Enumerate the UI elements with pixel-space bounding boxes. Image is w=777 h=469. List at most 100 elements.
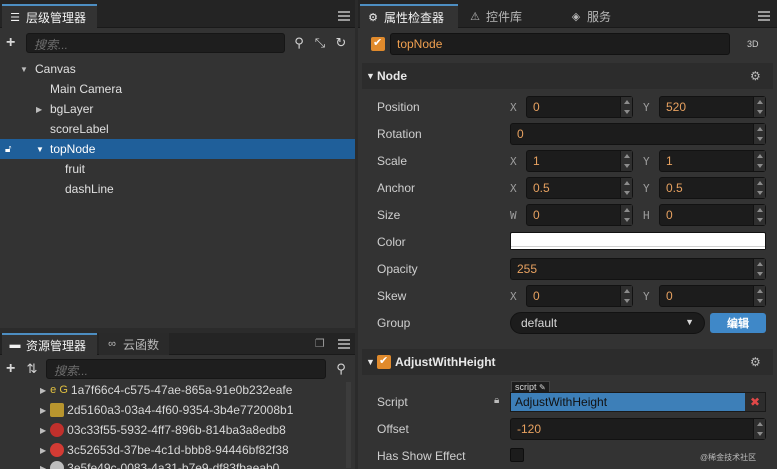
group-select[interactable]: default ▼	[510, 312, 705, 334]
assets-scrollbar[interactable]	[346, 382, 351, 468]
clear-script-icon[interactable]: ✖	[745, 393, 765, 411]
lock-icon: 🔒︎	[494, 395, 500, 406]
skew-y-axis: Y	[643, 290, 650, 303]
collapse-arrow-icon[interactable]: ▼	[366, 71, 375, 81]
node-active-checkbox[interactable]	[371, 36, 385, 51]
anchor-x-stepper[interactable]	[620, 178, 632, 198]
assets-menu-icon[interactable]	[338, 339, 350, 349]
anchor-label: Anchor	[377, 181, 416, 195]
size-w-input[interactable]: 0	[526, 204, 633, 226]
collapsed-arrow-icon[interactable]: ▶	[40, 446, 46, 455]
asset-item[interactable]: ▶ 3e5fe49c-0083-4a31-b7e9-df83fbaeab0	[40, 458, 279, 469]
popout-icon[interactable]: ❐	[315, 337, 325, 350]
assets-search-input[interactable]: 搜索...	[46, 359, 326, 379]
asset-item[interactable]: ▶ 03c33f55-5932-4ff7-896b-814ba3a8edb8	[40, 420, 286, 440]
tree-node-label: scoreLabel	[50, 122, 109, 136]
tree-node-bglayer[interactable]: ▶ bgLayer	[0, 99, 355, 119]
group-edit-button[interactable]: 编辑	[710, 313, 766, 333]
show-effect-checkbox[interactable]	[510, 448, 524, 462]
component-enabled-checkbox[interactable]	[377, 354, 391, 369]
scale-y-input[interactable]: 1	[659, 150, 766, 172]
watermark: @稀金技术社区	[700, 453, 757, 462]
tree-node-canvas[interactable]: ▼ Canvas	[0, 59, 355, 79]
tab-hierarchy[interactable]: ☰ 层级管理器	[2, 4, 97, 28]
skew-x-input[interactable]: 0	[526, 285, 633, 307]
tab-services[interactable]: ◈ 服务	[563, 4, 633, 28]
tree-node-scorelabel[interactable]: scoreLabel	[0, 119, 355, 139]
opacity-value: 255	[517, 262, 538, 276]
skew-label: Skew	[377, 289, 407, 303]
hierarchy-menu-icon[interactable]	[338, 11, 350, 21]
add-asset-icon[interactable]: +	[6, 360, 15, 378]
scale-x-input[interactable]: 1	[526, 150, 633, 172]
expand-arrow-icon[interactable]: ▼	[36, 145, 44, 154]
size-h-stepper[interactable]	[753, 205, 765, 225]
asset-type-label: e G	[50, 384, 68, 396]
scale-y-stepper[interactable]	[753, 151, 765, 171]
refresh-icon[interactable]: ↻	[334, 35, 348, 50]
component-title: AdjustWithHeight	[395, 355, 496, 369]
collapsed-arrow-icon[interactable]: ▶	[40, 406, 46, 415]
node-section-header[interactable]: ▼ Node ⚙	[362, 63, 773, 89]
search-icon[interactable]: ⚲	[292, 35, 306, 50]
size-w-stepper[interactable]	[620, 205, 632, 225]
asset-item[interactable]: ▶ e G 1a7f66c4-c575-47ae-865a-91e0b232ea…	[40, 380, 292, 400]
skew-x-stepper[interactable]	[620, 286, 632, 306]
hierarchy-search-input[interactable]: 搜索...	[26, 33, 285, 53]
tree-node-main-camera[interactable]: Main Camera	[0, 79, 355, 99]
skew-x-axis: X	[510, 290, 517, 303]
script-field[interactable]: AdjustWithHeight ✖	[510, 392, 766, 412]
node-name-input[interactable]: topNode	[390, 33, 730, 55]
component-section-header[interactable]: ▼ AdjustWithHeight ⚙	[362, 349, 773, 375]
unlock-icon[interactable]: 🔓︎	[5, 144, 11, 155]
tab-inspector[interactable]: ⚙ 属性检查器	[360, 4, 458, 28]
sort-icon[interactable]: ⇅	[25, 361, 39, 376]
size-label: Size	[377, 208, 401, 222]
skew-y-stepper[interactable]	[753, 286, 765, 306]
tab-widgets[interactable]: ⚠ 控件库	[462, 4, 542, 28]
tree-node-label: dashLine	[65, 182, 114, 196]
asset-item[interactable]: ▶ 2d5160a3-03a4-4f60-9354-3b4e772008b1	[40, 400, 293, 420]
tree-node-dashline[interactable]: dashLine	[0, 179, 355, 199]
anchor-x-input[interactable]: 0.5	[526, 177, 633, 199]
add-node-icon[interactable]: +	[6, 34, 15, 52]
tab-cloud-functions[interactable]: ∞ 云函数	[99, 333, 169, 355]
collapsed-arrow-icon[interactable]: ▶	[40, 464, 46, 469]
anchor-y-stepper[interactable]	[753, 178, 765, 198]
component-settings-icon[interactable]: ⚙	[750, 355, 761, 369]
skew-y-input[interactable]: 0	[659, 285, 766, 307]
collapsed-arrow-icon[interactable]: ▶	[40, 426, 46, 435]
scale-label: Scale	[377, 154, 408, 168]
collapsed-arrow-icon[interactable]: ▶	[40, 386, 46, 395]
inspector-menu-icon[interactable]	[758, 11, 770, 21]
rotation-value: 0	[517, 127, 524, 141]
opacity-stepper[interactable]	[753, 259, 765, 279]
rotation-stepper[interactable]	[753, 124, 765, 144]
cloud-icon: ∞	[108, 338, 116, 350]
color-swatch[interactable]	[510, 232, 766, 250]
mode-3d-label[interactable]: 3D	[747, 39, 759, 49]
edit-script-icon[interactable]: ✎	[539, 383, 546, 392]
size-h-input[interactable]: 0	[659, 204, 766, 226]
position-x-stepper[interactable]	[620, 97, 632, 117]
node-settings-icon[interactable]: ⚙	[750, 69, 761, 83]
position-y-stepper[interactable]	[753, 97, 765, 117]
offset-stepper[interactable]	[753, 419, 765, 439]
tree-node-label: Canvas	[35, 62, 76, 76]
collapsed-arrow-icon[interactable]: ▶	[36, 105, 42, 114]
rotation-input[interactable]: 0	[510, 123, 766, 145]
asset-item[interactable]: ▶ 3c52653d-37be-4c1d-bbb8-94446bf82f38	[40, 440, 289, 460]
offset-input[interactable]: -120	[510, 418, 766, 440]
position-x-input[interactable]: 0	[526, 96, 633, 118]
collapse-icon[interactable]: ⤡	[313, 35, 327, 50]
opacity-input[interactable]: 255	[510, 258, 766, 280]
tree-node-fruit[interactable]: fruit	[0, 159, 355, 179]
tab-assets[interactable]: ▬ 资源管理器	[2, 333, 97, 355]
search-icon[interactable]: ⚲	[334, 361, 348, 376]
collapse-arrow-icon[interactable]: ▼	[366, 357, 375, 367]
position-y-input[interactable]: 520	[659, 96, 766, 118]
tree-node-topnode[interactable]: 🔓︎ ▼ topNode	[0, 139, 355, 159]
expand-arrow-icon[interactable]: ▼	[20, 65, 28, 74]
anchor-y-input[interactable]: 0.5	[659, 177, 766, 199]
scale-x-stepper[interactable]	[620, 151, 632, 171]
